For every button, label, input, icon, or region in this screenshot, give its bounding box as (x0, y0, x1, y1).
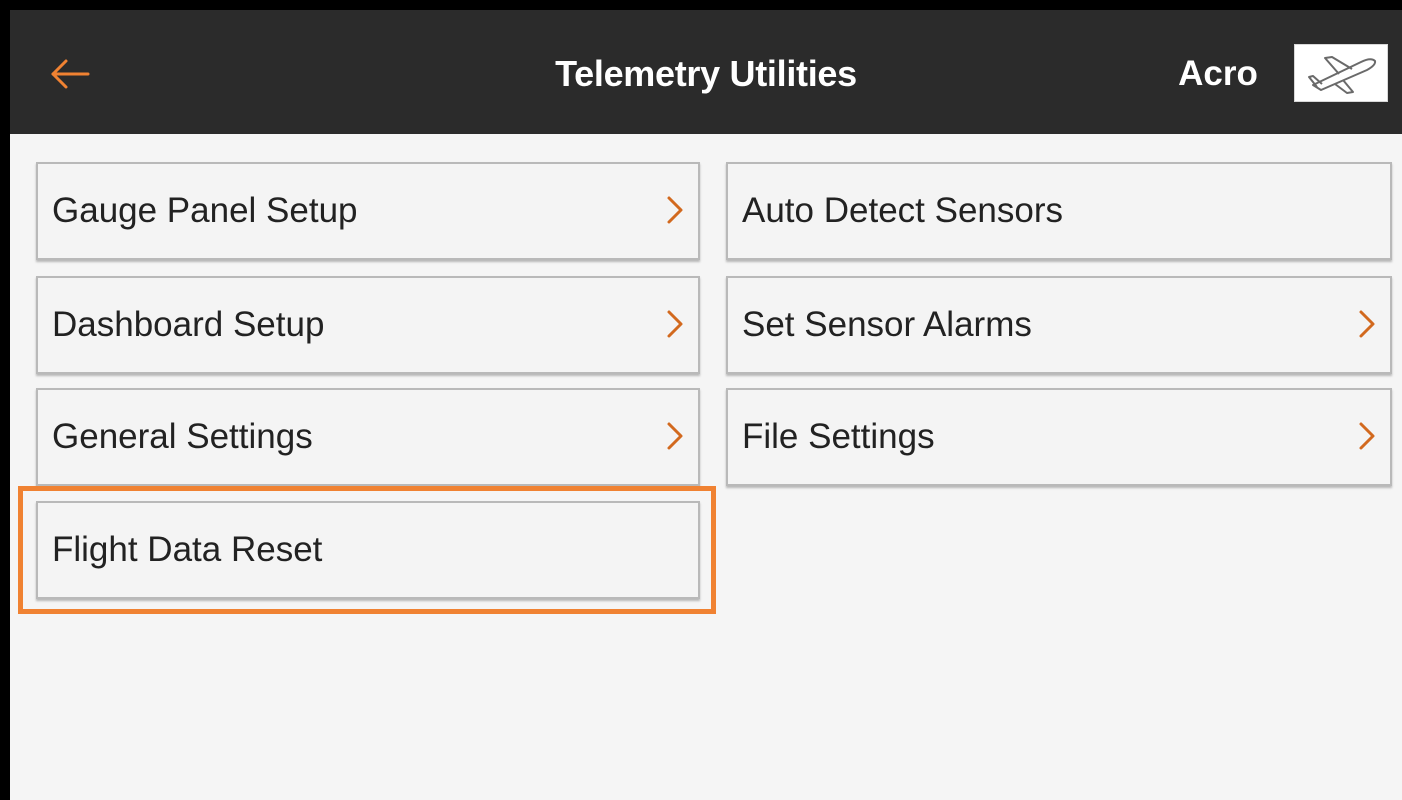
chevron-right-icon (667, 422, 683, 450)
chevron-right-icon (667, 196, 683, 224)
screen: Telemetry Utilities Acro Gauge Panel Set… (10, 10, 1402, 800)
flight-data-reset-button[interactable]: Flight Data Reset (36, 501, 700, 599)
file-settings-button[interactable]: File Settings (726, 388, 1392, 486)
airplane-icon (1308, 56, 1377, 94)
device-frame: Telemetry Utilities Acro Gauge Panel Set… (0, 0, 1402, 800)
chevron-right-icon (1359, 310, 1375, 338)
dashboard-setup-label: Dashboard Setup (52, 305, 325, 344)
gauge-panel-setup-button[interactable]: Gauge Panel Setup (36, 162, 700, 260)
chevron-right-icon (667, 310, 683, 338)
dashboard-setup-button[interactable]: Dashboard Setup (36, 276, 700, 374)
set-sensor-alarms-label: Set Sensor Alarms (742, 305, 1032, 344)
set-sensor-alarms-button[interactable]: Set Sensor Alarms (726, 276, 1392, 374)
page-title: Telemetry Utilities (555, 53, 857, 94)
title-bar: Telemetry Utilities Acro (10, 10, 1402, 134)
auto-detect-sensors-label: Auto Detect Sensors (742, 191, 1063, 230)
auto-detect-sensors-button[interactable]: Auto Detect Sensors (726, 162, 1392, 260)
general-settings-button[interactable]: General Settings (36, 388, 700, 486)
gauge-panel-setup-label: Gauge Panel Setup (52, 191, 358, 230)
flight-data-reset-label: Flight Data Reset (52, 530, 323, 569)
file-settings-label: File Settings (742, 417, 935, 456)
back-arrow-icon (51, 59, 90, 89)
model-icon-button[interactable] (1294, 44, 1388, 102)
back-button[interactable] (36, 44, 96, 104)
model-type-label: Acro (1178, 54, 1258, 93)
chevron-right-icon (1359, 422, 1375, 450)
general-settings-label: General Settings (52, 417, 313, 456)
